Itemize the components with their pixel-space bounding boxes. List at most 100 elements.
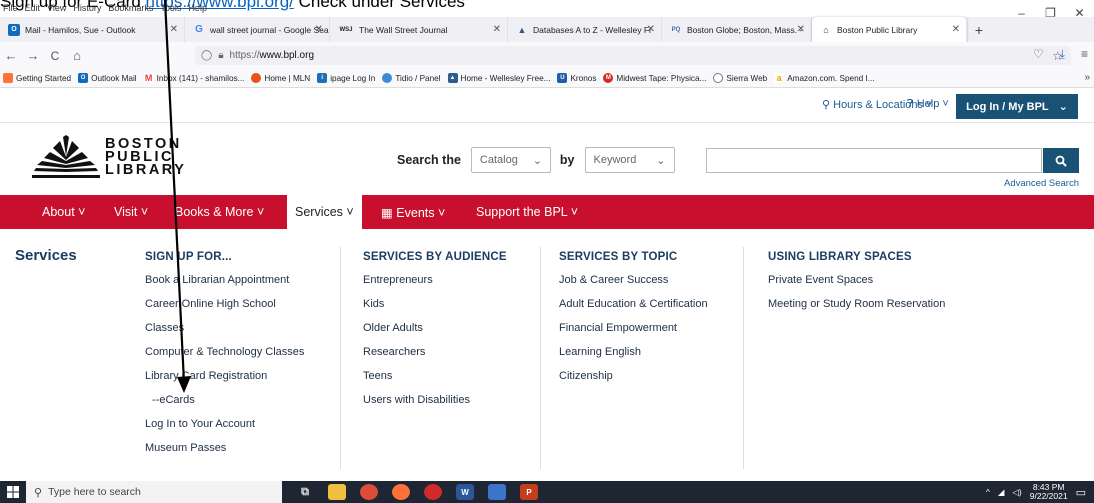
link-financial-empowerment[interactable]: Financial Empowerment [559,322,708,346]
new-tab-icon[interactable]: + [967,17,991,42]
bookmark-home-mln[interactable]: Home | MLN [251,73,310,83]
link-entrepreneurs[interactable]: Entrepreneurs [363,274,507,298]
menu-help[interactable]: Help [188,3,207,17]
close-tab-icon[interactable]: ✕ [170,24,178,35]
menu-file[interactable]: File [3,3,18,17]
more-bookmarks-icon[interactable]: » [1084,72,1090,83]
file-explorer-icon[interactable] [328,484,346,500]
security-app-icon[interactable] [488,484,506,500]
link-museum-passes[interactable]: Museum Passes [145,442,304,466]
link-ecards[interactable]: --eCards [145,394,304,418]
link-meeting-study-room[interactable]: Meeting or Study Room Reservation [768,298,945,322]
home-icon[interactable]: ⌂ [66,48,88,63]
link-learning-english[interactable]: Learning English [559,346,708,370]
task-view-icon[interactable]: ⧉ [296,484,314,500]
link-teens[interactable]: Teens [363,370,507,394]
wsj-icon: WSJ [339,26,353,33]
nav-visit[interactable]: Visit ˅ [114,205,148,219]
app-icon[interactable] [424,484,442,500]
link-older-adults[interactable]: Older Adults [363,322,507,346]
advanced-search-link[interactable]: Advanced Search [1004,178,1079,189]
tab-wall-street-journal[interactable]: WSJ The Wall Street Journal ✕ [330,17,508,42]
bookmark-ipage[interactable]: i ipage Log In [317,73,375,83]
forward-icon[interactable]: → [22,48,44,63]
clock[interactable]: 8:43 PM 9/22/2021 [1030,483,1068,501]
link-researchers[interactable]: Researchers [363,346,507,370]
menu-bookmarks[interactable]: Bookmarks [108,3,153,17]
search-scope-select[interactable]: Catalog ⌄ [470,147,551,173]
link-users-with-disabilities[interactable]: Users with Disabilities [363,394,507,418]
tab-boston-globe[interactable]: PQ Boston Globe; Boston, Mass. - ✕ [662,17,812,42]
url-bar[interactable]: ◯ 🔒︎ https://www.bpl.org ☆ [195,46,1071,65]
taskbar-search-placeholder: Type here to search [48,486,141,498]
login-my-bpl-button[interactable]: Log In / My BPL ⌄ [956,94,1078,119]
pocket-icon[interactable]: ♡ [1033,47,1044,62]
bookmark-amazon[interactable]: a Amazon.com. Spend I... [774,73,875,83]
powerpoint-icon[interactable]: P [520,484,538,500]
notifications-icon[interactable]: ▭ [1076,486,1086,499]
close-tab-icon[interactable]: ✕ [315,24,323,35]
nav-about[interactable]: About ˅ [42,205,85,219]
close-tab-icon[interactable]: ✕ [493,24,501,35]
nav-services[interactable]: Services ˅ [287,195,362,229]
nav-support-bpl[interactable]: Support the BPL ˅ [476,205,578,219]
chrome-icon[interactable] [360,484,378,500]
tab-databases-wellesley[interactable]: ▲ Databases A to Z - Wellesley Fr ✕ [508,17,662,42]
network-icon[interactable]: ◢ [998,487,1005,498]
link-book-librarian[interactable]: Book a Librarian Appointment [145,274,304,298]
firefox-icon[interactable] [392,484,410,500]
volume-icon[interactable]: ◁) [1012,487,1021,498]
link-computer-technology-classes[interactable]: Computer & Technology Classes [145,346,304,370]
nav-events[interactable]: ▦ Events ˅ [381,205,445,220]
search-controls: Search the Catalog ⌄ by Keyword ⌄ [397,147,675,173]
bookmark-label: Tidio / Panel [395,73,441,83]
menu-edit[interactable]: Edit [25,3,41,17]
taskbar-search-box[interactable]: ⚲ Type here to search [26,481,282,503]
link-classes[interactable]: Classes [145,322,304,346]
bookmark-wellesley[interactable]: ▲ Home - Wellesley Free... [447,73,550,83]
amazon-icon: a [774,73,785,83]
bookmark-tidio[interactable]: Tidio / Panel [382,73,441,83]
link-library-card-registration[interactable]: Library Card Registration [145,370,304,394]
link-adult-education[interactable]: Adult Education & Certification [559,298,708,322]
tab-google-search[interactable]: G wall street journal - Google Sea ✕ [185,17,330,42]
close-tab-icon[interactable]: ✕ [647,24,655,35]
link-career-online-high-school[interactable]: Career Online High School [145,298,304,322]
tab-boston-public-library[interactable]: ⌂ Boston Public Library ✕ [812,17,967,42]
search-input[interactable] [706,148,1042,173]
word-icon[interactable]: W [456,484,474,500]
bookmark-getting-started[interactable]: Getting Started [3,73,71,83]
reload-icon[interactable]: C [44,49,66,63]
url-host: www.bpl.org [259,50,315,61]
bookmark-kronos[interactable]: U Kronos [557,73,596,83]
bpl-icon: ⌂ [823,24,829,35]
close-tab-icon[interactable]: ✕ [952,24,960,35]
back-icon[interactable]: ← [0,48,22,63]
help-link[interactable]: ❓︎ Help ˅ [907,98,949,111]
close-tab-icon[interactable]: ✕ [797,24,805,35]
nav-books-more[interactable]: Books & More ˅ [175,205,264,219]
search-type-select[interactable]: Keyword ⌄ [584,147,675,173]
bookmark-label: Outlook Mail [91,73,137,83]
menu-tools[interactable]: Tools [160,3,181,17]
link-citizenship[interactable]: Citizenship [559,370,708,394]
shield-icon: ◯ [201,50,213,61]
bpl-logo[interactable]: BOSTON PUBLIC LIBRARY [32,135,186,179]
bookmark-outlook-mail[interactable]: O Outlook Mail [78,73,137,83]
menu-history[interactable]: History [73,3,101,17]
windows-start-icon[interactable] [0,481,26,503]
bookmark-label: Home | MLN [264,73,311,83]
tab-outlook-mail[interactable]: O Mail - Hamilos, Sue - Outlook ✕ [0,17,185,42]
link-job-career-success[interactable]: Job & Career Success [559,274,708,298]
link-log-in-account[interactable]: Log In to Your Account [145,418,304,442]
app-menu-icon[interactable]: ≡ [1081,47,1088,62]
menu-view[interactable]: View [47,3,66,17]
bookmark-midwest-tape[interactable]: M Midwest Tape: Physica... [603,73,706,83]
bookmark-sierra-web[interactable]: Sierra Web [713,73,767,83]
link-kids[interactable]: Kids [363,298,507,322]
link-private-event-spaces[interactable]: Private Event Spaces [768,274,945,298]
download-icon[interactable]: ⤓ [1060,47,1065,62]
chevron-up-icon[interactable]: ^ [986,487,990,497]
search-button[interactable] [1043,148,1079,173]
bookmark-inbox[interactable]: M Inbox (141) - shamilos... [143,73,244,83]
